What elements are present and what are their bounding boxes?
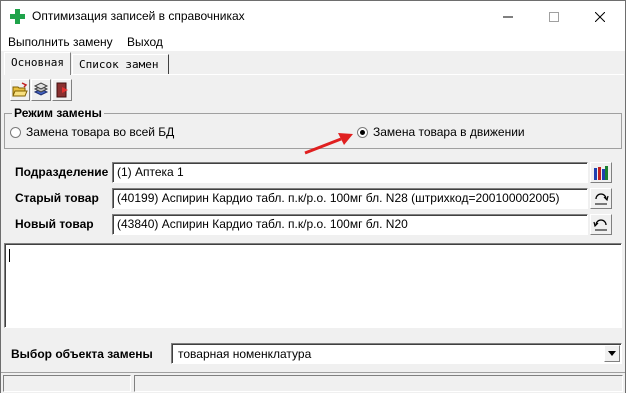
toolbar (10, 79, 73, 103)
tab-main[interactable]: Основная (4, 52, 71, 75)
open-folder-icon (12, 82, 28, 97)
red-arrow-annotation (304, 133, 353, 155)
menu-item-execute-replace[interactable]: Выполнить замену (8, 35, 113, 49)
minimize-button[interactable] (485, 1, 531, 32)
green-cross-app-icon (10, 9, 25, 24)
maximize-button[interactable] (531, 1, 577, 32)
close-button[interactable] (577, 1, 623, 32)
radio-indicator-checked (357, 126, 368, 138)
exit-door-button[interactable] (52, 79, 72, 101)
tab-strip: Основная Список замен (1, 51, 625, 75)
books-button[interactable] (590, 162, 612, 183)
old-product-field[interactable]: (40199) Аспирин Кардио табл. п.к/р.о. 10… (112, 188, 588, 209)
chevron-down-icon (608, 351, 616, 356)
minimize-icon (503, 16, 513, 17)
new-product-field[interactable]: (43840) Аспирин Кардио табл. п.к/р.о. 10… (112, 214, 588, 235)
maximize-icon (549, 11, 559, 22)
new-product-select-button[interactable] (590, 214, 612, 235)
combo-dropdown-button[interactable] (604, 345, 620, 362)
text-caret (9, 249, 10, 262)
radio-indicator (10, 126, 21, 138)
open-folder-button[interactable] (10, 79, 30, 101)
department-label: Подразделение (15, 165, 109, 179)
department-field[interactable]: (1) Аптека 1 (112, 162, 588, 183)
rotate-back-arrow-icon (593, 218, 607, 230)
status-bar (1, 372, 625, 393)
status-panel-1 (3, 375, 131, 392)
radio-label: Замена товара во всей БД (26, 125, 175, 139)
object-select-combobox[interactable]: товарная номенклатура (171, 343, 622, 364)
tab-replacement-list[interactable]: Список замен (72, 54, 169, 75)
title-bar: Оптимизация записей в справочниках (1, 1, 625, 32)
old-product-select-button[interactable] (590, 188, 612, 209)
object-select-label: Выбор объекта замены (11, 347, 153, 361)
log-memo[interactable] (4, 243, 622, 328)
books-icon (594, 165, 608, 180)
stack-icon (33, 82, 49, 96)
new-product-label: Новый товар (15, 217, 94, 231)
exit-door-icon (56, 82, 68, 98)
status-panel-2 (134, 375, 623, 392)
close-icon (595, 11, 605, 22)
menu-item-exit[interactable]: Выход (127, 35, 163, 49)
rotate-arrow-icon (595, 192, 609, 204)
radio-label: Замена товара в движении (373, 125, 525, 139)
object-select-value: товарная номенклатура (178, 347, 312, 361)
stack-button[interactable] (31, 79, 51, 101)
menu-bar: Выполнить замену Выход (1, 32, 625, 51)
old-product-label: Старый товар (15, 191, 99, 205)
replace-mode-label: Режим замены (12, 106, 104, 120)
radio-replace-in-movement[interactable]: Замена товара в движении (357, 125, 525, 139)
radio-replace-whole-db[interactable]: Замена товара во всей БД (10, 125, 174, 139)
main-window: Оптимизация записей в справочниках Выпол… (0, 0, 626, 393)
window-title: Оптимизация записей в справочниках (32, 9, 245, 23)
